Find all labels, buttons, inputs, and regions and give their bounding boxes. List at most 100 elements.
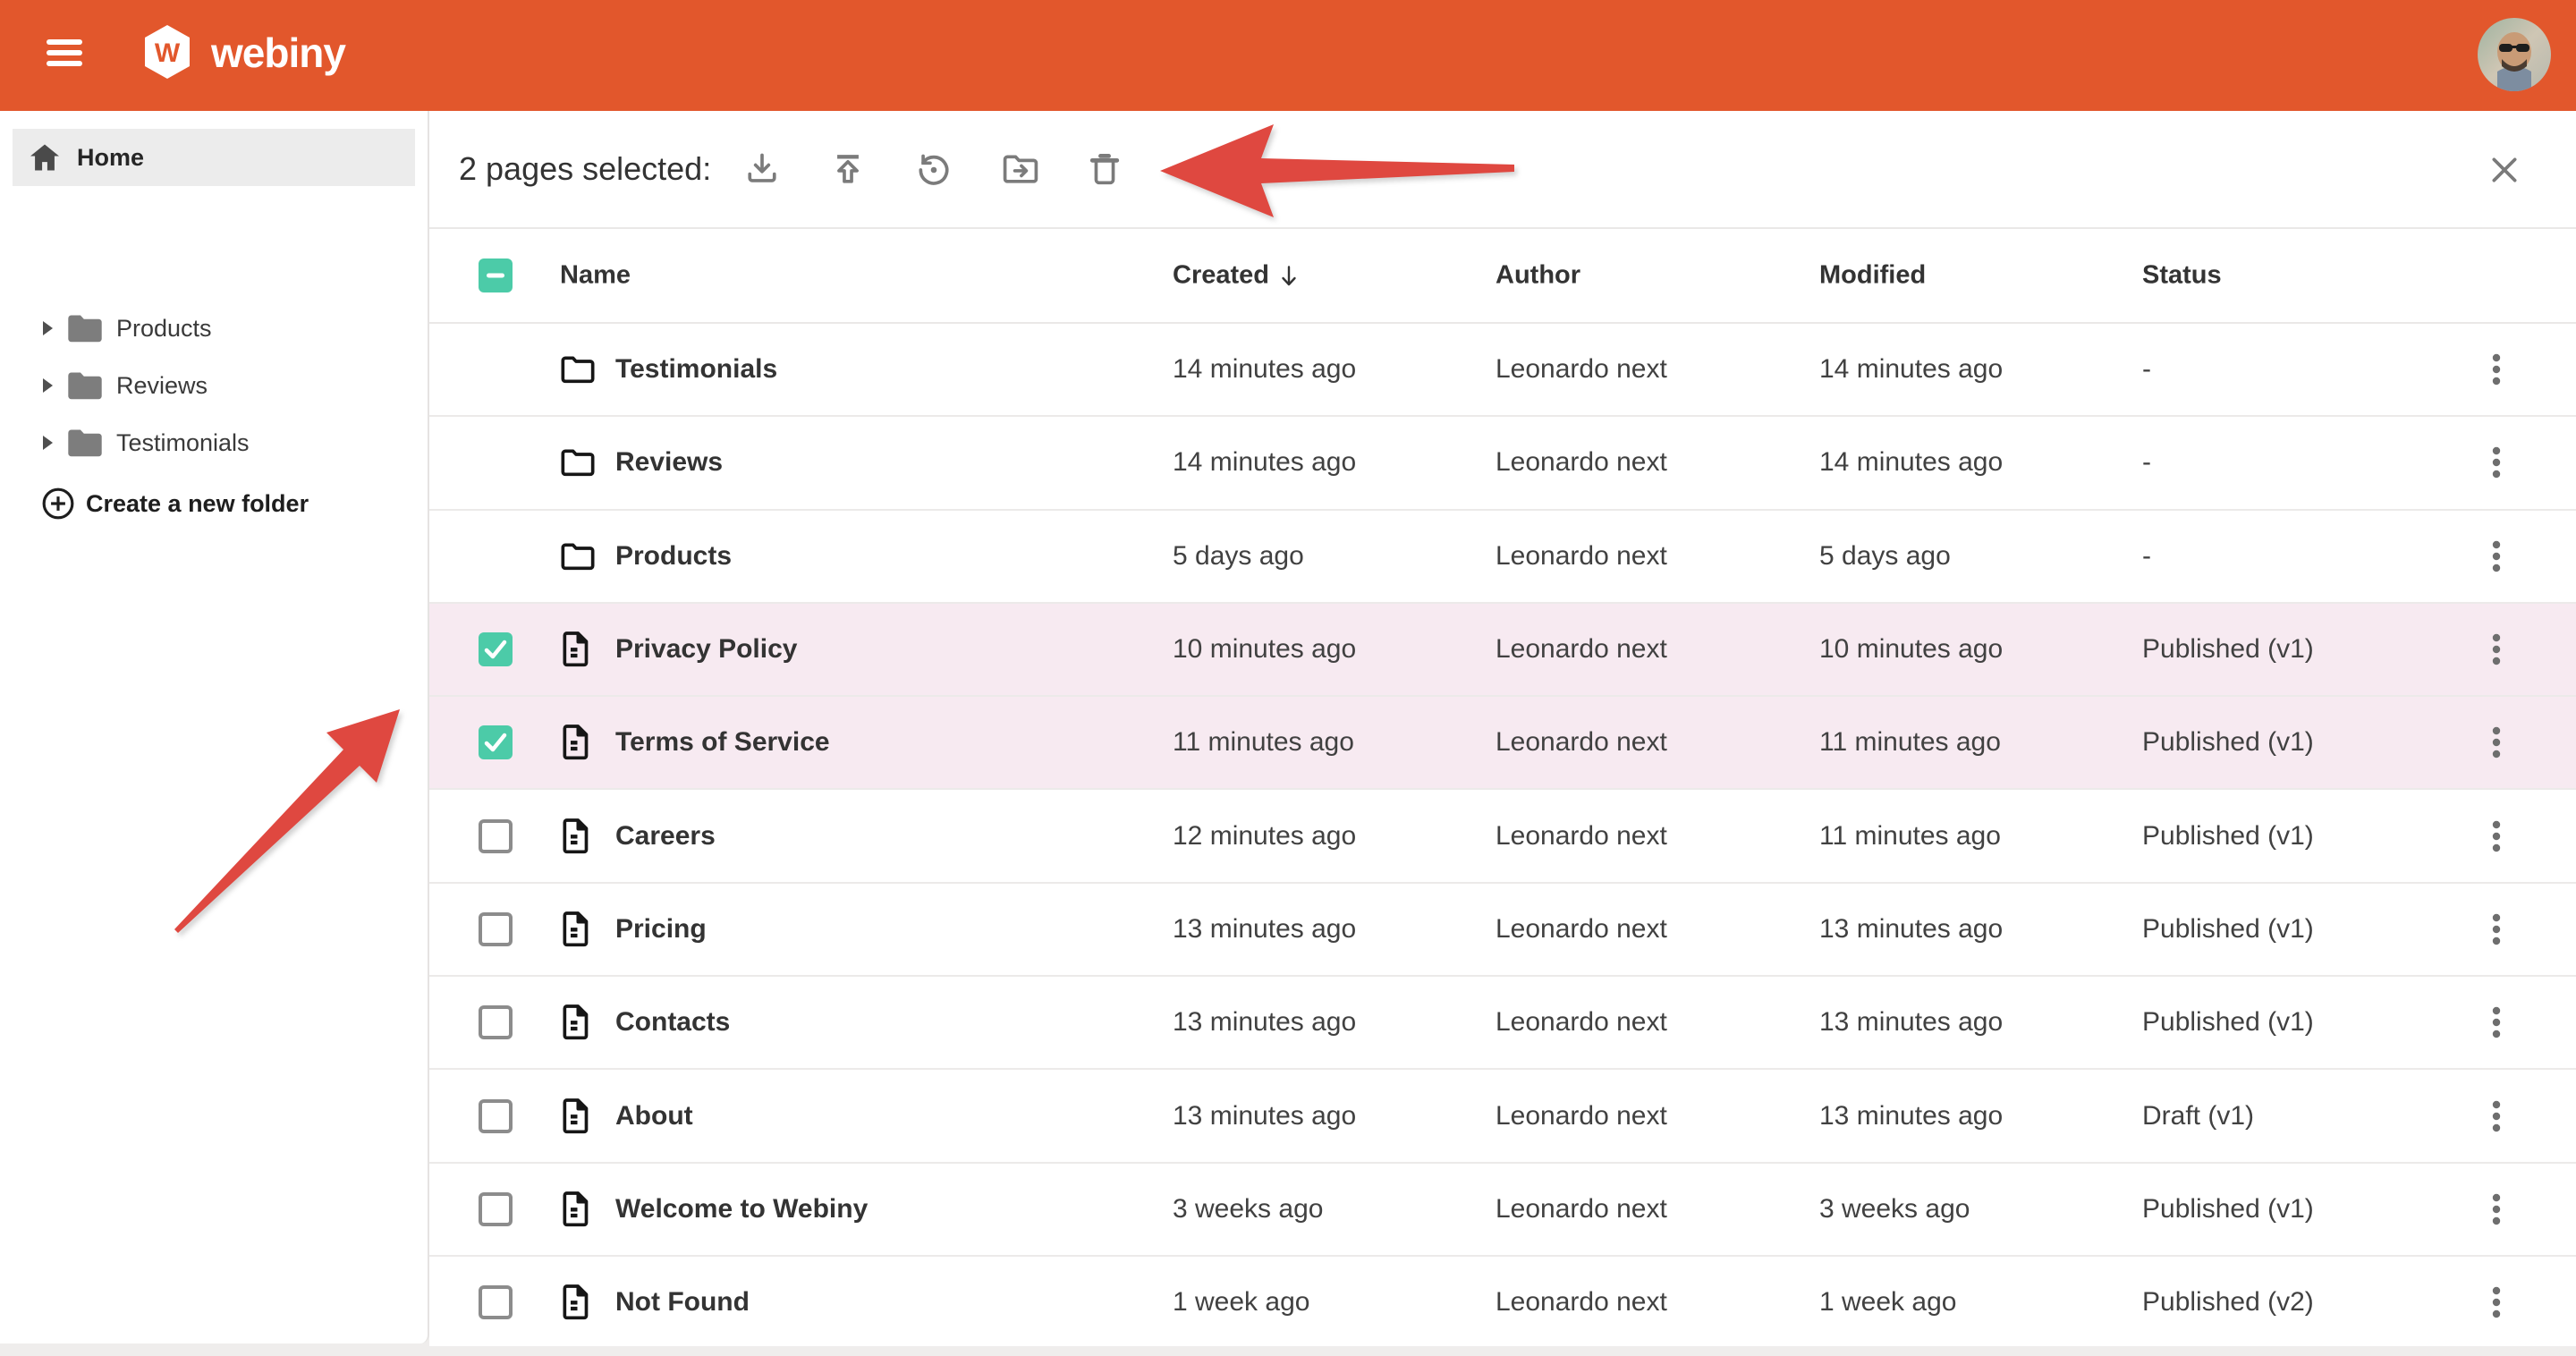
column-header-author[interactable]: Author bbox=[1496, 261, 1580, 291]
sort-desc-icon bbox=[1278, 264, 1300, 287]
kebab-menu-icon[interactable] bbox=[2490, 445, 2503, 480]
sidebar-item-products[interactable]: Products bbox=[0, 301, 428, 356]
row-checkbox[interactable] bbox=[479, 725, 513, 759]
column-header-modified[interactable]: Modified bbox=[1819, 261, 1926, 291]
row-author: Leonardo next bbox=[1496, 1101, 1667, 1131]
row-name[interactable]: Pricing bbox=[615, 914, 707, 945]
document-icon bbox=[560, 818, 590, 854]
document-icon bbox=[560, 1004, 590, 1040]
folder-icon bbox=[560, 354, 596, 385]
row-name[interactable]: Testimonials bbox=[615, 354, 777, 385]
svg-text:W: W bbox=[155, 38, 181, 68]
kebab-menu-icon[interactable] bbox=[2490, 1098, 2503, 1134]
row-modified: 10 minutes ago bbox=[1819, 634, 2003, 665]
row-created: 14 minutes ago bbox=[1173, 354, 1356, 385]
sidebar-item-reviews[interactable]: Reviews bbox=[0, 358, 428, 413]
row-modified: 13 minutes ago bbox=[1819, 1007, 2003, 1038]
table-row[interactable]: Welcome to Webiny 3 weeks ago Leonardo n… bbox=[429, 1164, 2576, 1257]
kebab-menu-icon[interactable] bbox=[2490, 631, 2503, 667]
row-checkbox[interactable] bbox=[479, 632, 513, 666]
row-checkbox[interactable] bbox=[479, 1192, 513, 1226]
row-name[interactable]: Not Found bbox=[615, 1287, 750, 1318]
expand-chevron-icon[interactable] bbox=[41, 320, 54, 336]
create-new-folder-button[interactable]: Create a new folder bbox=[0, 476, 428, 531]
folder-icon bbox=[560, 447, 596, 478]
document-icon bbox=[560, 631, 590, 667]
row-modified: 14 minutes ago bbox=[1819, 447, 2003, 478]
row-created: 3 weeks ago bbox=[1173, 1194, 1323, 1225]
document-icon bbox=[560, 911, 590, 947]
kebab-menu-icon[interactable] bbox=[2490, 538, 2503, 574]
column-header-created[interactable]: Created bbox=[1173, 261, 1300, 291]
row-author: Leonardo next bbox=[1496, 634, 1667, 665]
sidebar-item-label: Home bbox=[77, 144, 144, 172]
table-row[interactable]: Privacy Policy 10 minutes ago Leonardo n… bbox=[429, 604, 2576, 697]
row-name[interactable]: Reviews bbox=[615, 447, 723, 478]
create-folder-label: Create a new folder bbox=[86, 490, 309, 518]
select-all-checkbox[interactable] bbox=[479, 258, 513, 292]
row-author: Leonardo next bbox=[1496, 354, 1667, 385]
delete-icon[interactable] bbox=[1085, 150, 1124, 190]
close-icon[interactable] bbox=[2487, 152, 2522, 188]
row-checkbox[interactable] bbox=[479, 912, 513, 946]
table-row[interactable]: Terms of Service 11 minutes ago Leonardo… bbox=[429, 697, 2576, 790]
row-author: Leonardo next bbox=[1496, 914, 1667, 945]
expand-chevron-icon[interactable] bbox=[41, 377, 54, 394]
table-row[interactable]: Contacts 13 minutes ago Leonardo next 13… bbox=[429, 977, 2576, 1070]
kebab-menu-icon[interactable] bbox=[2490, 725, 2503, 760]
top-app-bar: W webiny bbox=[0, 0, 2576, 111]
row-name[interactable]: About bbox=[615, 1101, 693, 1131]
kebab-menu-icon[interactable] bbox=[2490, 1191, 2503, 1227]
row-name[interactable]: Terms of Service bbox=[615, 727, 830, 758]
page-list-panel: 2 pages selected: bbox=[429, 111, 2576, 1346]
sidebar-item-testimonials[interactable]: Testimonials bbox=[0, 415, 428, 470]
sidebar-item-home[interactable]: Home bbox=[13, 129, 415, 186]
row-author: Leonardo next bbox=[1496, 1194, 1667, 1225]
row-checkbox[interactable] bbox=[479, 1099, 513, 1133]
row-modified: 3 weeks ago bbox=[1819, 1194, 1970, 1225]
user-avatar[interactable] bbox=[2478, 18, 2551, 91]
publish-icon[interactable] bbox=[828, 150, 868, 190]
column-header-name[interactable]: Name bbox=[560, 261, 631, 291]
table-row[interactable]: Products 5 days ago Leonardo next 5 days… bbox=[429, 511, 2576, 604]
row-checkbox[interactable] bbox=[479, 819, 513, 853]
row-checkbox[interactable] bbox=[479, 1285, 513, 1319]
row-status: Published (v1) bbox=[2142, 727, 2314, 758]
page-background-strip bbox=[0, 1346, 2576, 1356]
table-row[interactable]: About 13 minutes ago Leonardo next 13 mi… bbox=[429, 1070, 2576, 1163]
row-created: 12 minutes ago bbox=[1173, 821, 1356, 852]
kebab-menu-icon[interactable] bbox=[2490, 1004, 2503, 1040]
row-status: Published (v1) bbox=[2142, 634, 2314, 665]
table-row[interactable]: Not Found 1 week ago Leonardo next 1 wee… bbox=[429, 1257, 2576, 1350]
kebab-menu-icon[interactable] bbox=[2490, 352, 2503, 387]
kebab-menu-icon[interactable] bbox=[2490, 818, 2503, 854]
kebab-menu-icon[interactable] bbox=[2490, 911, 2503, 947]
row-author: Leonardo next bbox=[1496, 727, 1667, 758]
kebab-menu-icon[interactable] bbox=[2490, 1284, 2503, 1320]
row-name[interactable]: Careers bbox=[615, 821, 716, 852]
row-author: Leonardo next bbox=[1496, 821, 1667, 852]
folder-icon bbox=[66, 428, 104, 458]
move-to-folder-icon[interactable] bbox=[1001, 150, 1040, 190]
row-status: Published (v1) bbox=[2142, 821, 2314, 852]
row-author: Leonardo next bbox=[1496, 447, 1667, 478]
table-row[interactable]: Careers 12 minutes ago Leonardo next 11 … bbox=[429, 790, 2576, 883]
row-name[interactable]: Products bbox=[615, 541, 732, 572]
table-row[interactable]: Testimonials 14 minutes ago Leonardo nex… bbox=[429, 324, 2576, 417]
row-name[interactable]: Welcome to Webiny bbox=[615, 1194, 868, 1225]
hamburger-menu-icon[interactable] bbox=[47, 39, 82, 72]
table-row[interactable]: Reviews 14 minutes ago Leonardo next 14 … bbox=[429, 417, 2576, 510]
document-icon bbox=[560, 1284, 590, 1320]
column-header-status[interactable]: Status bbox=[2142, 261, 2222, 291]
sidebar-item-label: Products bbox=[116, 315, 212, 343]
expand-chevron-icon[interactable] bbox=[41, 435, 54, 451]
folder-icon bbox=[66, 313, 104, 343]
row-checkbox[interactable] bbox=[479, 1005, 513, 1039]
row-modified: 13 minutes ago bbox=[1819, 914, 2003, 945]
row-name[interactable]: Privacy Policy bbox=[615, 634, 797, 665]
download-icon[interactable] bbox=[742, 150, 782, 190]
table-row[interactable]: Pricing 13 minutes ago Leonardo next 13 … bbox=[429, 884, 2576, 977]
row-name[interactable]: Contacts bbox=[615, 1007, 730, 1038]
restore-icon[interactable] bbox=[914, 150, 953, 190]
webiny-logo-icon: W bbox=[143, 24, 191, 80]
